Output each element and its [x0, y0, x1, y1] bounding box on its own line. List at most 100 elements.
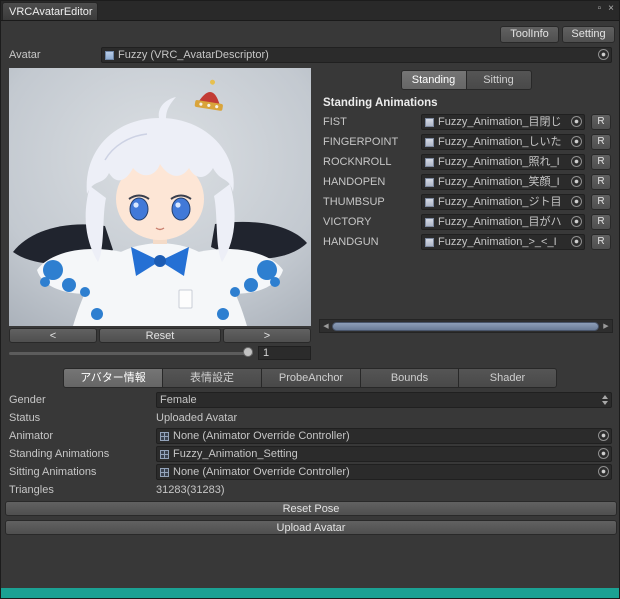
standing-animations-label: Standing Animations — [9, 448, 110, 460]
window-tab-title: VRCAvatarEditor — [9, 6, 93, 18]
tab-standing[interactable]: Standing — [400, 70, 467, 90]
avatar-label: Avatar — [9, 49, 41, 61]
animation-object-field[interactable]: Fuzzy_Animation_目がハ — [421, 214, 585, 230]
minimize-icon[interactable]: ▫ — [598, 3, 602, 15]
window-tab-strip: VRCAvatarEditor ▫ × — [1, 1, 619, 21]
gender-label: Gender — [9, 394, 46, 406]
reset-pose-button[interactable]: Reset Pose — [5, 501, 617, 516]
avatar-object-value: Fuzzy (VRC_AvatarDescriptor) — [118, 49, 269, 61]
animation-slot-label: THUMBSUP — [323, 196, 385, 208]
animation-object-field[interactable]: Fuzzy_Animation_目閉じ — [421, 114, 585, 130]
gender-dropdown[interactable]: Female — [156, 392, 612, 408]
scroll-right-icon[interactable]: ▶ — [601, 322, 611, 332]
sitting-animations-object-field[interactable]: None (Animator Override Controller) — [156, 464, 612, 480]
animation-row: HANDGUN Fuzzy_Animation_>_<_I R — [319, 233, 613, 253]
object-picker-icon[interactable] — [571, 196, 582, 207]
controller-icon — [160, 449, 169, 459]
object-picker-icon[interactable] — [598, 466, 609, 477]
tab-bounds[interactable]: Bounds — [360, 368, 459, 388]
reset-animation-button[interactable]: R — [591, 174, 611, 190]
horizontal-scrollbar[interactable]: ◀ ▶ — [319, 319, 613, 333]
reset-view-button[interactable]: Reset — [99, 328, 221, 343]
reset-animation-button[interactable]: R — [591, 194, 611, 210]
animation-clip-icon — [425, 217, 434, 227]
toolinfo-button[interactable]: ToolInfo — [500, 26, 559, 43]
animation-slot-label: HANDOPEN — [323, 176, 386, 188]
standing-animations-object-field[interactable]: Fuzzy_Animation_Setting — [156, 446, 612, 462]
upload-avatar-button[interactable]: Upload Avatar — [5, 520, 617, 535]
object-picker-icon[interactable] — [571, 216, 582, 227]
object-picker-icon[interactable] — [571, 156, 582, 167]
animation-object-field[interactable]: Fuzzy_Animation_照れ_I — [421, 154, 585, 170]
animation-row: HANDOPEN Fuzzy_Animation_笑顔_I R — [319, 173, 613, 193]
close-icon[interactable]: × — [608, 3, 614, 15]
animation-object-field[interactable]: Fuzzy_Animation_>_<_I — [421, 234, 585, 250]
animation-object-field[interactable]: Fuzzy_Animation_笑顔_I — [421, 174, 585, 190]
animation-rows: FIST Fuzzy_Animation_目閉じ R FINGERPOINT F… — [319, 113, 613, 253]
controller-icon — [160, 467, 169, 477]
avatar-preview-image — [9, 68, 311, 326]
slider-knob[interactable] — [243, 347, 253, 357]
object-picker-icon[interactable] — [571, 176, 582, 187]
animation-clip-icon — [425, 137, 434, 147]
animator-object-field[interactable]: None (Animator Override Controller) — [156, 428, 612, 444]
animation-clip-icon — [425, 117, 434, 127]
animation-slot-label: FINGERPOINT — [323, 136, 399, 148]
animations-header: Standing Animations — [323, 97, 438, 109]
animation-clip-icon — [425, 157, 434, 167]
animation-slot-label: VICTORY — [323, 216, 372, 228]
reset-animation-button[interactable]: R — [591, 134, 611, 150]
object-picker-icon[interactable] — [598, 49, 609, 60]
animation-mode-tabs: Standing Sitting — [319, 70, 613, 90]
reset-animation-button[interactable]: R — [591, 154, 611, 170]
animation-object-field[interactable]: Fuzzy_Animation_ジト目 — [421, 194, 585, 210]
window-controls: ▫ × — [598, 3, 614, 15]
zoom-value-field[interactable]: 1 — [258, 346, 311, 360]
animator-label: Animator — [9, 430, 54, 442]
tab-shader[interactable]: Shader — [458, 368, 557, 388]
window-tab[interactable]: VRCAvatarEditor — [2, 2, 98, 20]
avatar-preview[interactable] — [9, 68, 311, 326]
triangles-value: 31283(31283) — [156, 484, 225, 496]
scroll-left-icon[interactable]: ◀ — [321, 322, 331, 332]
background-strip — [1, 588, 619, 598]
object-picker-icon[interactable] — [598, 448, 609, 459]
sitting-animations-label: Sitting Animations — [9, 466, 97, 478]
animation-clip-icon — [425, 237, 434, 247]
avatar-descriptor-icon — [105, 50, 114, 60]
tab-face-settings[interactable]: 表情設定 — [162, 368, 262, 388]
animation-slot-label: FIST — [323, 116, 347, 128]
avatar-object-field[interactable]: Fuzzy (VRC_AvatarDescriptor) — [101, 47, 612, 63]
animation-row: FIST Fuzzy_Animation_目閉じ R — [319, 113, 613, 133]
object-picker-icon[interactable] — [571, 116, 582, 127]
tab-sitting[interactable]: Sitting — [465, 70, 532, 90]
object-picker-icon[interactable] — [571, 236, 582, 247]
info-tabs: アバター情報 表情設定 ProbeAnchor Bounds Shader — [1, 368, 619, 388]
setting-button[interactable]: Setting — [562, 26, 615, 43]
status-label: Status — [9, 412, 41, 424]
zoom-slider[interactable] — [9, 346, 253, 359]
tab-probeanchor[interactable]: ProbeAnchor — [261, 368, 361, 388]
slider-track[interactable] — [9, 352, 253, 355]
controller-icon — [160, 431, 169, 441]
animation-row: ROCKNROLL Fuzzy_Animation_照れ_I R — [319, 153, 613, 173]
reset-animation-button[interactable]: R — [591, 234, 611, 250]
animation-slot-label: ROCKNROLL — [323, 156, 392, 168]
animation-clip-icon — [425, 177, 434, 187]
triangles-label: Triangles — [9, 484, 54, 496]
scrollbar-thumb[interactable] — [332, 322, 599, 331]
tab-avatar-info[interactable]: アバター情報 — [63, 368, 163, 388]
reset-animation-button[interactable]: R — [591, 114, 611, 130]
animation-object-field[interactable]: Fuzzy_Animation_しいた — [421, 134, 585, 150]
animation-row: FINGERPOINT Fuzzy_Animation_しいた R — [319, 133, 613, 153]
animation-clip-icon — [425, 197, 434, 207]
rotate-right-button[interactable]: > — [223, 328, 311, 343]
dropdown-arrows-icon — [602, 395, 608, 405]
rotate-left-button[interactable]: < — [9, 328, 97, 343]
object-picker-icon[interactable] — [598, 430, 609, 441]
animation-row: VICTORY Fuzzy_Animation_目がハ R — [319, 213, 613, 233]
status-value: Uploaded Avatar — [156, 412, 238, 424]
animation-slot-label: HANDGUN — [323, 236, 379, 248]
object-picker-icon[interactable] — [571, 136, 582, 147]
reset-animation-button[interactable]: R — [591, 214, 611, 230]
